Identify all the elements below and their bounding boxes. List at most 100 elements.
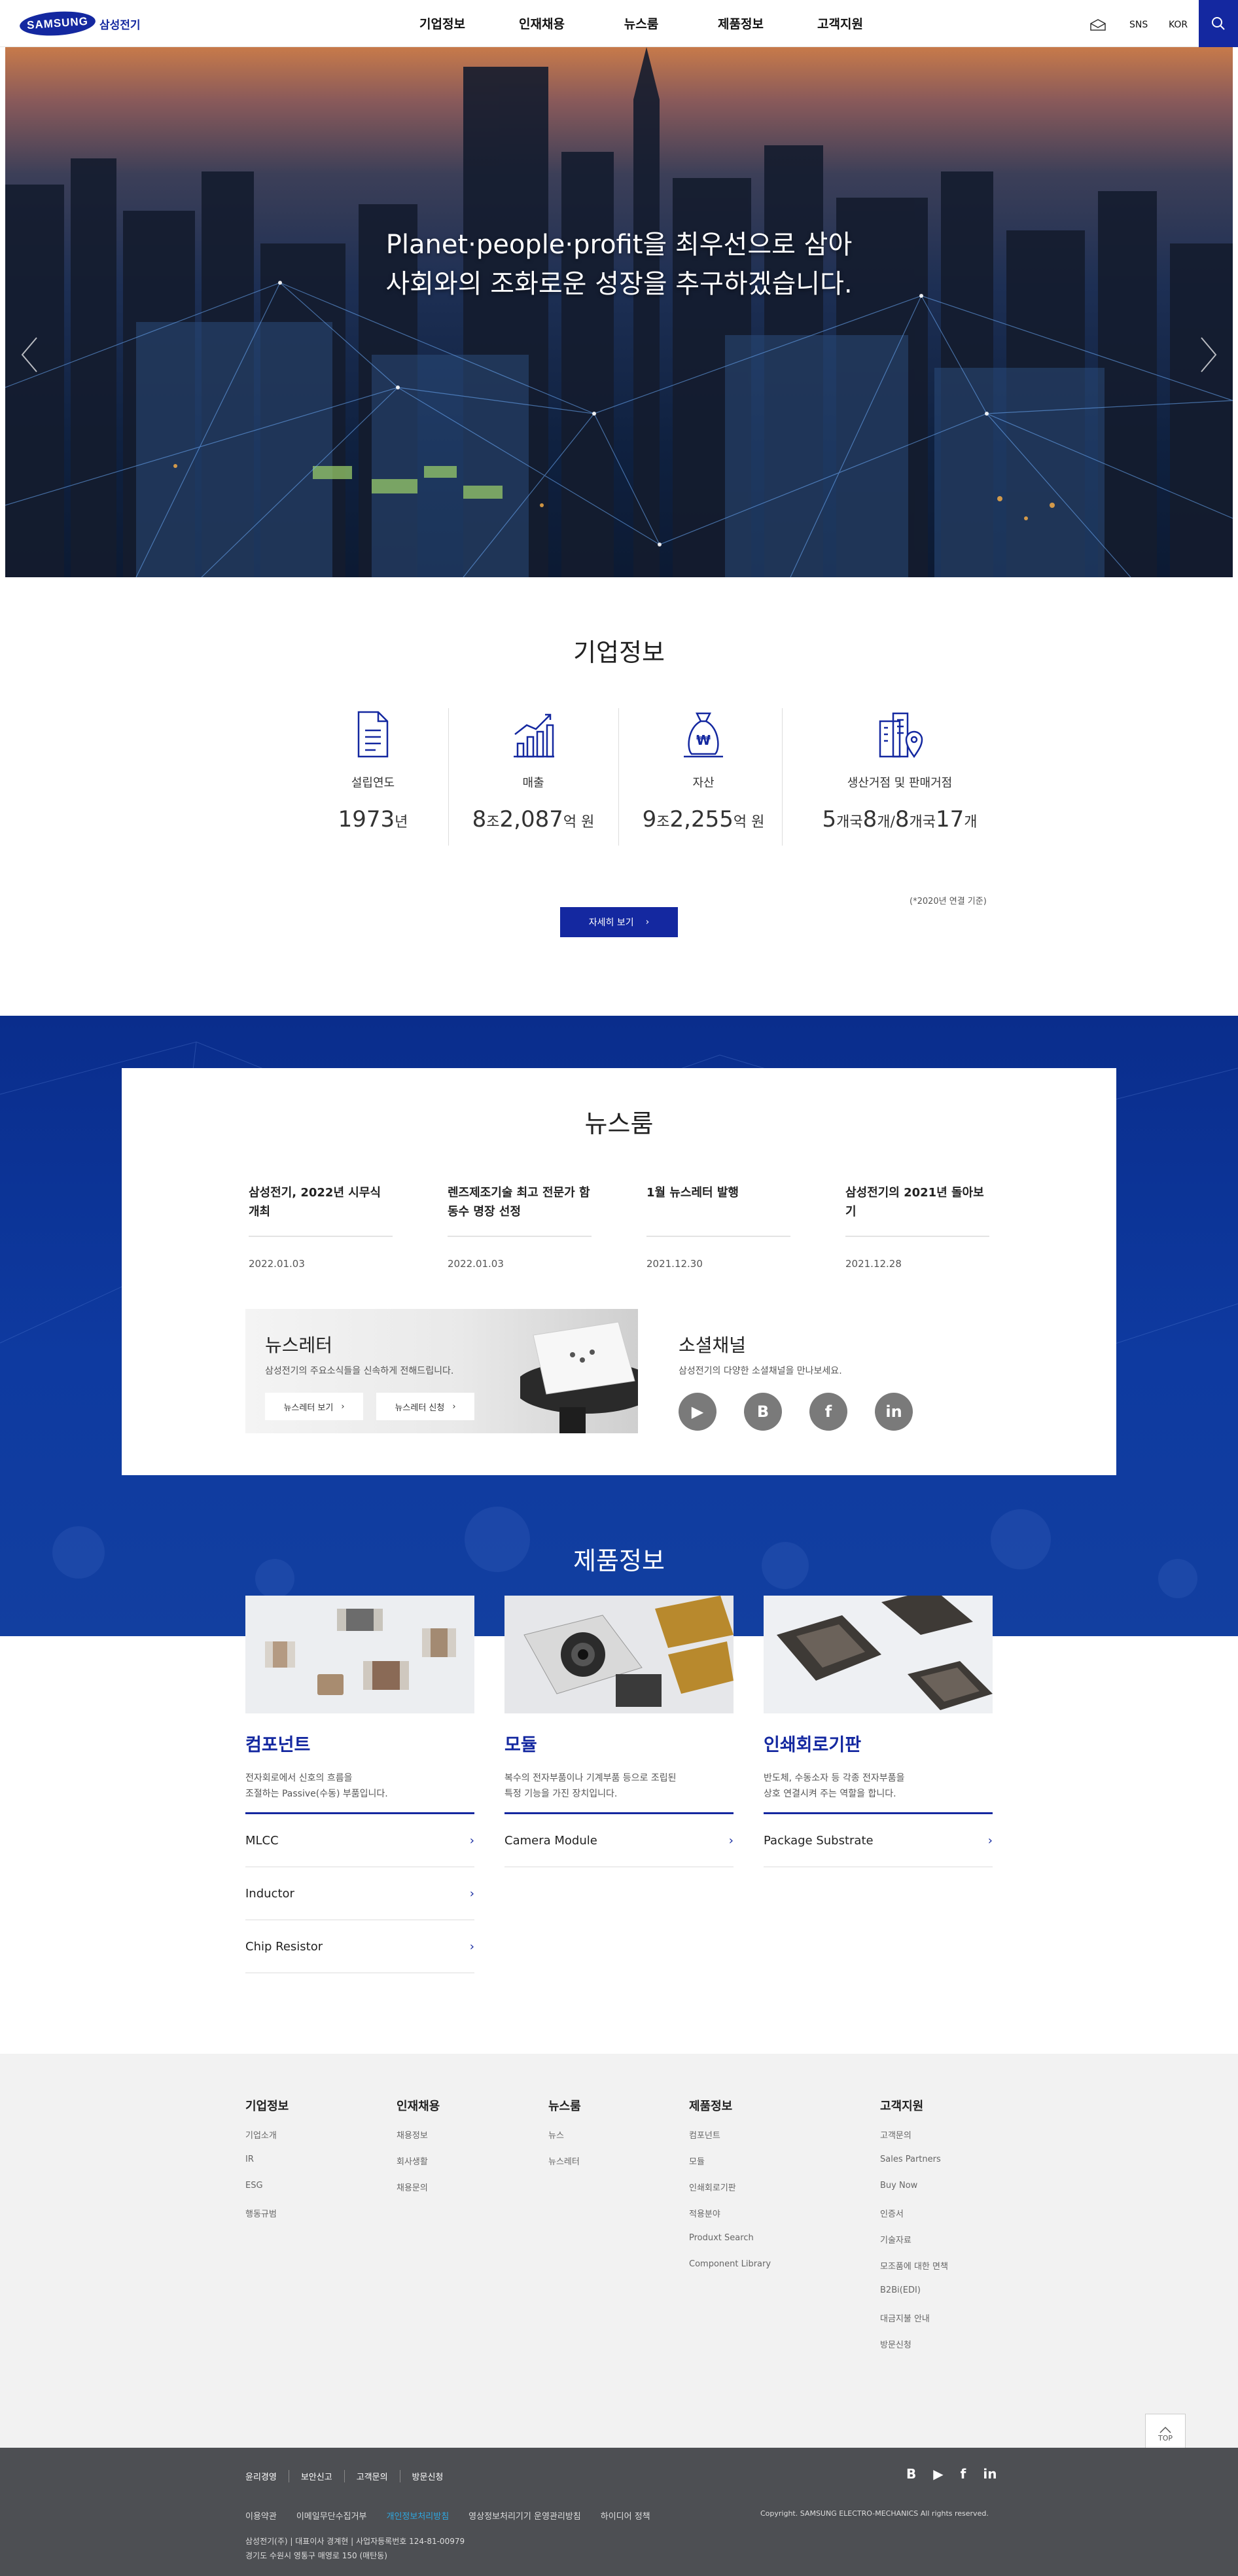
- facebook-icon[interactable]: f: [961, 2466, 966, 2482]
- money-bag-icon: ₩: [684, 712, 723, 758]
- stat-value: 8조2,087억 원: [472, 806, 595, 832]
- chevron-right-icon: ›: [728, 1833, 734, 1848]
- footer-policy-links: 이용약관 이메일무단수집거부 개인정보처리방침 영상정보처리기기 운영관리방침 …: [245, 2512, 650, 2522]
- site-header: SAMSUNG 삼성전기 기업정보 인재채용 뉴스룸 제품정보 고객지원 SNS…: [0, 0, 1238, 47]
- company-section-title: 기업정보: [573, 638, 665, 667]
- stat-value: 1973년: [338, 806, 408, 832]
- news-title[interactable]: 렌즈제조기술 최고 전문가 함동수 명장 선정: [448, 1183, 592, 1230]
- footer-sitemap: [0, 2054, 1238, 2448]
- building-location-icon: [879, 712, 923, 759]
- chevron-right-icon[interactable]: [1199, 335, 1218, 374]
- product-name[interactable]: 모듈: [504, 1730, 734, 1756]
- newsroom-title: 뉴스룸: [584, 1109, 654, 1138]
- product-link-inductor[interactable]: Inductor ›: [245, 1867, 474, 1920]
- youtube-icon[interactable]: ▶: [933, 2466, 943, 2482]
- footer-col-newsroom: 뉴스룸 뉴스 뉴스레터: [548, 2100, 581, 2167]
- nav-item-support[interactable]: 고객지원: [790, 14, 890, 32]
- news-item[interactable]: 렌즈제조기술 최고 전문가 함동수 명장 선정 2022.01.03: [448, 1183, 592, 1270]
- main-nav: 기업정보 인재채용 뉴스룸 제품정보 고객지원: [393, 14, 890, 32]
- stat-founded: 설립연도 1973년: [288, 708, 458, 832]
- product-description: 반도체, 수동소자 등 각종 전자부품을 상호 연결시켜 주는 역할을 합니다.: [764, 1773, 905, 1799]
- product-link-mlcc[interactable]: MLCC ›: [245, 1814, 474, 1867]
- chevron-up-icon: [1159, 2426, 1171, 2433]
- chevron-right-icon: ›: [469, 1939, 474, 1954]
- chevron-right-icon: ›: [469, 1886, 474, 1901]
- chevron-right-icon: ›: [341, 1401, 345, 1412]
- news-title[interactable]: 삼성전기의 2021년 돌아보기: [845, 1183, 989, 1230]
- newsletter-description: 삼성전기의 주요소식들을 신속하게 전해드립니다.: [265, 1366, 454, 1376]
- nav-item-products[interactable]: 제품정보: [691, 14, 790, 32]
- footer-col-products: 제품정보 컴포넌트 모듈 인쇄회로기판 적용분야 Produxt Search …: [689, 2100, 771, 2269]
- mail-icon[interactable]: [1089, 18, 1106, 31]
- social-description: 삼성전기의 다양한 소셜채널을 만나보세요.: [679, 1366, 842, 1376]
- stat-label: 자산: [692, 776, 715, 790]
- footer-col-company: 기업정보 기업소개 IR ESG 행동규범: [245, 2100, 289, 2219]
- footer-col-support: 고객지원 고객문의 Sales Partners Buy Now 인증서 기술자…: [880, 2100, 948, 2350]
- chevron-left-icon[interactable]: [20, 335, 39, 374]
- nav-item-careers[interactable]: 인재채용: [492, 14, 592, 32]
- chevron-right-icon: ›: [469, 1833, 474, 1848]
- hero-headline: Planet·people·profit을 최우선으로 삼아 사회와의 조화로운…: [5, 225, 1233, 304]
- youtube-icon[interactable]: ▶: [679, 1393, 716, 1431]
- product-description: 전자회로에서 신호의 흐름을 조절하는 Passive(수동) 부품입니다.: [245, 1773, 388, 1799]
- news-date: 2022.01.03: [448, 1258, 504, 1270]
- news-title[interactable]: 1월 뉴스레터 발행: [646, 1183, 790, 1230]
- footer-quick-links: 윤리경영 보안신고 고객문의 방문신청: [245, 2470, 455, 2482]
- stat-sales: 매출 8조2,087억 원: [448, 708, 618, 832]
- pcb-image[interactable]: [764, 1596, 993, 1713]
- product-link-package-substrate[interactable]: Package Substrate ›: [764, 1814, 993, 1867]
- footer-bottom: 윤리경영 보안신고 고객문의 방문신청 B ▶ f in 이용약관 이메일무단수…: [0, 2448, 1238, 2576]
- news-item[interactable]: 1월 뉴스레터 발행 2021.12.30: [646, 1183, 790, 1270]
- blog-icon[interactable]: B: [906, 2466, 916, 2482]
- divider: [249, 1236, 393, 1237]
- nav-item-company[interactable]: 기업정보: [393, 14, 492, 32]
- hero-line-1: Planet·people·profit을 최우선으로 삼아: [385, 230, 853, 260]
- facebook-icon[interactable]: f: [809, 1393, 847, 1431]
- news-item[interactable]: 삼성전기의 2021년 돌아보기 2021.12.28: [845, 1183, 989, 1270]
- document-icon: [357, 711, 389, 758]
- linkedin-icon[interactable]: in: [875, 1393, 913, 1431]
- news-date: 2021.12.28: [845, 1258, 902, 1270]
- copyright: Copyright. SAMSUNG ELECTRO-MECHANICS All…: [760, 2509, 989, 2518]
- products-title: 제품정보: [573, 1547, 665, 1575]
- product-link-chip-resistor[interactable]: Chip Resistor ›: [245, 1920, 474, 1973]
- product-name[interactable]: 인쇄회로기판: [764, 1730, 993, 1756]
- product-name[interactable]: 컴포넌트: [245, 1730, 474, 1756]
- product-link-camera-module[interactable]: Camera Module ›: [504, 1814, 734, 1867]
- company-address: 삼성전기(주) | 대표이사 경계현 | 사업자등록번호 124-81-0097…: [245, 2537, 465, 2560]
- chevron-right-icon: ›: [645, 917, 650, 927]
- product-card-component: 컴포넌트 전자회로에서 신호의 흐름을 조절하는 Passive(수동) 부품입니…: [245, 1596, 474, 1973]
- divider: [646, 1236, 790, 1237]
- news-item[interactable]: 삼성전기, 2022년 시무식 개최 2022.01.03: [249, 1183, 393, 1270]
- samsung-logo[interactable]: SAMSUNG: [18, 9, 97, 39]
- product-card-pcb: 인쇄회로기판 반도체, 수동소자 등 각종 전자부품을 상호 연결시켜 주는 역할…: [764, 1596, 993, 1867]
- news-title[interactable]: 삼성전기, 2022년 시무식 개최: [249, 1183, 393, 1230]
- newsletter-view-button[interactable]: 뉴스레터 보기 ›: [265, 1393, 363, 1420]
- company-more-button[interactable]: 자세히 보기 ›: [560, 907, 678, 937]
- stat-label: 설립연도: [351, 776, 395, 790]
- module-image[interactable]: [504, 1596, 734, 1713]
- divider: [782, 708, 783, 846]
- divider: [448, 1236, 592, 1237]
- nav-item-newsroom[interactable]: 뉴스룸: [592, 14, 691, 32]
- linkedin-icon[interactable]: in: [983, 2466, 997, 2482]
- stat-sites: 생산거점 및 판매거점 5개국8개/8개국17개: [802, 708, 998, 832]
- hero-line-2: 사회와의 조화로운 성장을 추구하겠습니다.: [385, 269, 853, 299]
- logo-subtitle[interactable]: 삼성전기: [99, 16, 141, 32]
- newsletter-title: 뉴스레터: [265, 1334, 333, 1356]
- language-select[interactable]: KOR: [1169, 20, 1188, 30]
- chevron-right-icon: ›: [452, 1401, 456, 1412]
- city-network-image: [5, 47, 1233, 577]
- stats-note: (*2020년 연결 기준): [910, 897, 987, 906]
- newsletter-box: 뉴스레터 삼성전기의 주요소식들을 신속하게 전해드립니다. 뉴스레터 보기 › …: [245, 1309, 638, 1433]
- stat-label: 생산거점 및 판매거점: [847, 776, 953, 790]
- stat-label: 매출: [522, 776, 544, 790]
- search-button[interactable]: [1199, 0, 1238, 47]
- sns-link[interactable]: SNS: [1129, 20, 1148, 30]
- blog-icon[interactable]: B: [744, 1393, 782, 1431]
- newsletter-subscribe-button[interactable]: 뉴스레터 신청 ›: [376, 1393, 474, 1420]
- component-image[interactable]: [245, 1596, 474, 1713]
- search-icon: [1212, 17, 1225, 30]
- product-description: 복수의 전자부품이나 기계부품 등으로 조립된 특정 기능을 가진 장치입니다.: [504, 1773, 677, 1799]
- footer-social: B ▶ f in: [906, 2466, 997, 2482]
